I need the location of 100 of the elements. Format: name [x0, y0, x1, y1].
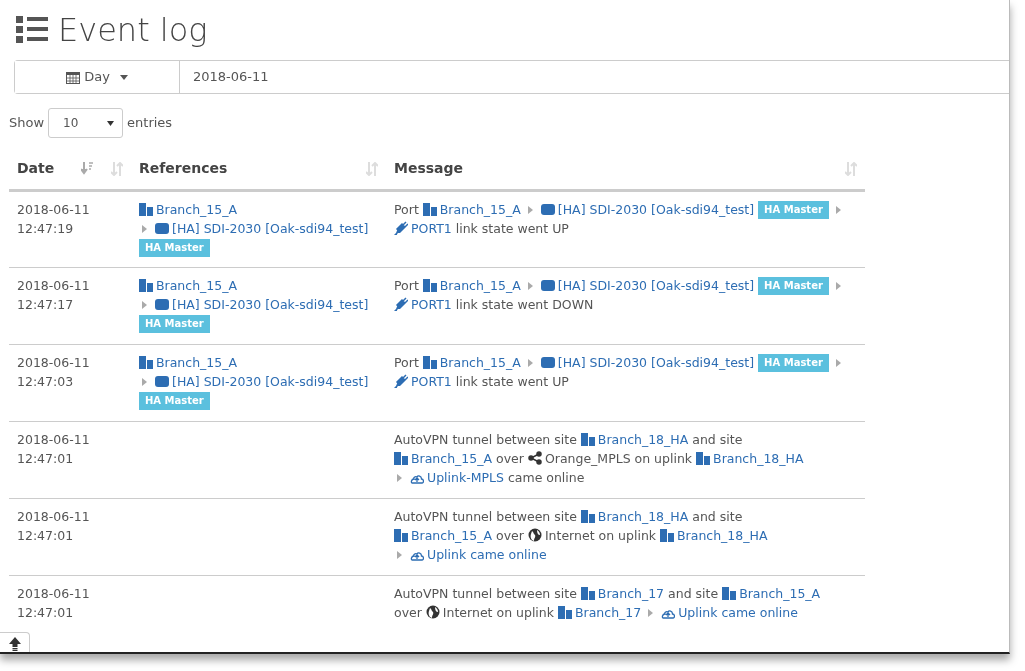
caret-icon	[142, 225, 148, 233]
message-text: over	[496, 451, 524, 466]
event-date: 2018-06-11	[17, 585, 91, 603]
site-link[interactable]: Branch_18_HA	[580, 432, 689, 447]
status-badge: HA Master	[758, 201, 829, 219]
event-date: 2018-06-11	[17, 201, 91, 219]
internet-name: Internet	[442, 605, 493, 620]
building-icon	[558, 605, 572, 619]
calendar-icon	[66, 70, 81, 84]
site-link[interactable]: Branch_17	[580, 586, 665, 601]
date-value: 2018-06-11	[192, 68, 269, 87]
port-link[interactable]: PORT1	[394, 374, 452, 389]
message-text: Port	[394, 202, 419, 217]
event-date: 2018-06-11	[17, 277, 91, 295]
message-text: over	[394, 605, 422, 620]
site-link[interactable]: Branch_15_A	[422, 278, 521, 293]
event-date: 2018-06-11	[17, 431, 91, 449]
site-link[interactable]: Branch_15_A	[394, 528, 493, 543]
globe-icon	[425, 605, 440, 619]
device-icon	[155, 374, 169, 388]
caret-icon	[397, 551, 403, 559]
plug-icon	[394, 374, 408, 388]
building-icon	[394, 451, 408, 465]
list-icon	[16, 15, 48, 45]
entries-select[interactable]: 10	[48, 108, 124, 138]
entries-label: entries	[127, 114, 173, 133]
event-time: 12:47:01	[17, 527, 75, 545]
building-icon	[696, 451, 711, 465]
caret-icon	[835, 206, 842, 214]
caret-down-icon	[119, 74, 128, 80]
site-link[interactable]: Branch_15_A	[139, 278, 238, 293]
site-link[interactable]: Branch_15_A	[139, 355, 238, 370]
port-link[interactable]: PORT1	[394, 221, 452, 236]
message-text: on uplink	[634, 451, 693, 466]
column-header[interactable]: Message	[394, 158, 464, 179]
site-link[interactable]: Branch_18_HA	[660, 528, 768, 543]
status-badge: HA Master	[139, 239, 210, 257]
event-time: 12:47:01	[17, 604, 75, 622]
message-text: Port	[394, 278, 419, 293]
device-link[interactable]: [HA] SDI-2030 [Oak-sdi94_test]	[155, 374, 369, 389]
device-icon	[155, 221, 169, 235]
caret-icon	[397, 474, 403, 482]
caret-icon	[835, 359, 842, 367]
caret-icon	[527, 206, 534, 214]
uplink-link[interactable]: Uplink came online	[410, 547, 547, 562]
device-link[interactable]: [HA] SDI-2030 [Oak-sdi94_test]	[155, 297, 369, 312]
device-link[interactable]: [HA] SDI-2030 [Oak-sdi94_test]	[540, 355, 755, 370]
message-text: and site	[692, 432, 743, 447]
building-icon	[139, 202, 153, 216]
site-link[interactable]: Branch_15_A	[722, 586, 821, 601]
building-icon	[580, 586, 595, 600]
site-link[interactable]: Branch_15_A	[422, 202, 521, 217]
building-icon	[580, 509, 595, 523]
status-badge: HA Master	[758, 277, 829, 295]
network-name: Orange_MPLS	[544, 451, 631, 466]
device-icon	[155, 297, 169, 311]
device-link[interactable]: [HA] SDI-2030 [Oak-sdi94_test]	[540, 278, 755, 293]
column-header[interactable]: References	[139, 158, 228, 179]
site-link[interactable]: Branch_15_A	[139, 202, 238, 217]
message-text: link state went UP	[455, 221, 569, 236]
building-icon	[422, 355, 437, 369]
status-badge: HA Master	[758, 354, 829, 372]
port-link[interactable]: PORT1	[394, 297, 452, 312]
globe-icon	[527, 528, 542, 542]
event-date: 2018-06-11	[17, 508, 91, 526]
caret-down-icon	[107, 120, 115, 126]
back-to-top-button[interactable]	[0, 632, 30, 652]
building-icon	[422, 202, 437, 216]
site-link[interactable]: Branch_18_HA	[580, 509, 689, 524]
caret-icon	[142, 301, 148, 309]
message-text: and site	[668, 586, 719, 601]
site-link[interactable]: Branch_15_A	[422, 355, 521, 370]
caret-icon	[835, 282, 842, 290]
building-icon	[660, 528, 675, 542]
message-text: AutoVPN tunnel between site	[394, 432, 577, 447]
message-text: AutoVPN tunnel between site	[394, 509, 577, 524]
plug-icon	[394, 297, 408, 311]
message-text: over	[496, 528, 524, 543]
caret-icon	[142, 378, 148, 386]
building-icon	[394, 528, 408, 542]
column-header[interactable]: Date	[17, 158, 55, 179]
period-dropdown[interactable]: Day	[15, 61, 180, 93]
device-icon	[540, 355, 555, 369]
device-link[interactable]: [HA] SDI-2030 [Oak-sdi94_test]	[540, 202, 755, 217]
internet-name: Internet	[544, 528, 595, 543]
site-link[interactable]: Branch_18_HA	[696, 451, 804, 466]
caret-icon	[527, 359, 534, 367]
message-text: came online	[507, 470, 585, 485]
show-label: Show	[9, 114, 45, 133]
status-badge: HA Master	[139, 392, 210, 410]
site-link[interactable]: Branch_17	[558, 605, 642, 620]
share-icon	[527, 451, 542, 465]
device-link[interactable]: [HA] SDI-2030 [Oak-sdi94_test]	[155, 221, 369, 236]
event-date: 2018-06-11	[17, 354, 91, 372]
uplink-link[interactable]: Uplink-MPLS	[410, 470, 504, 485]
building-icon	[139, 278, 153, 292]
site-link[interactable]: Branch_15_A	[394, 451, 493, 466]
event-time: 12:47:01	[17, 450, 75, 468]
uplink-link[interactable]: Uplink came online	[661, 605, 798, 620]
caret-icon	[527, 282, 534, 290]
